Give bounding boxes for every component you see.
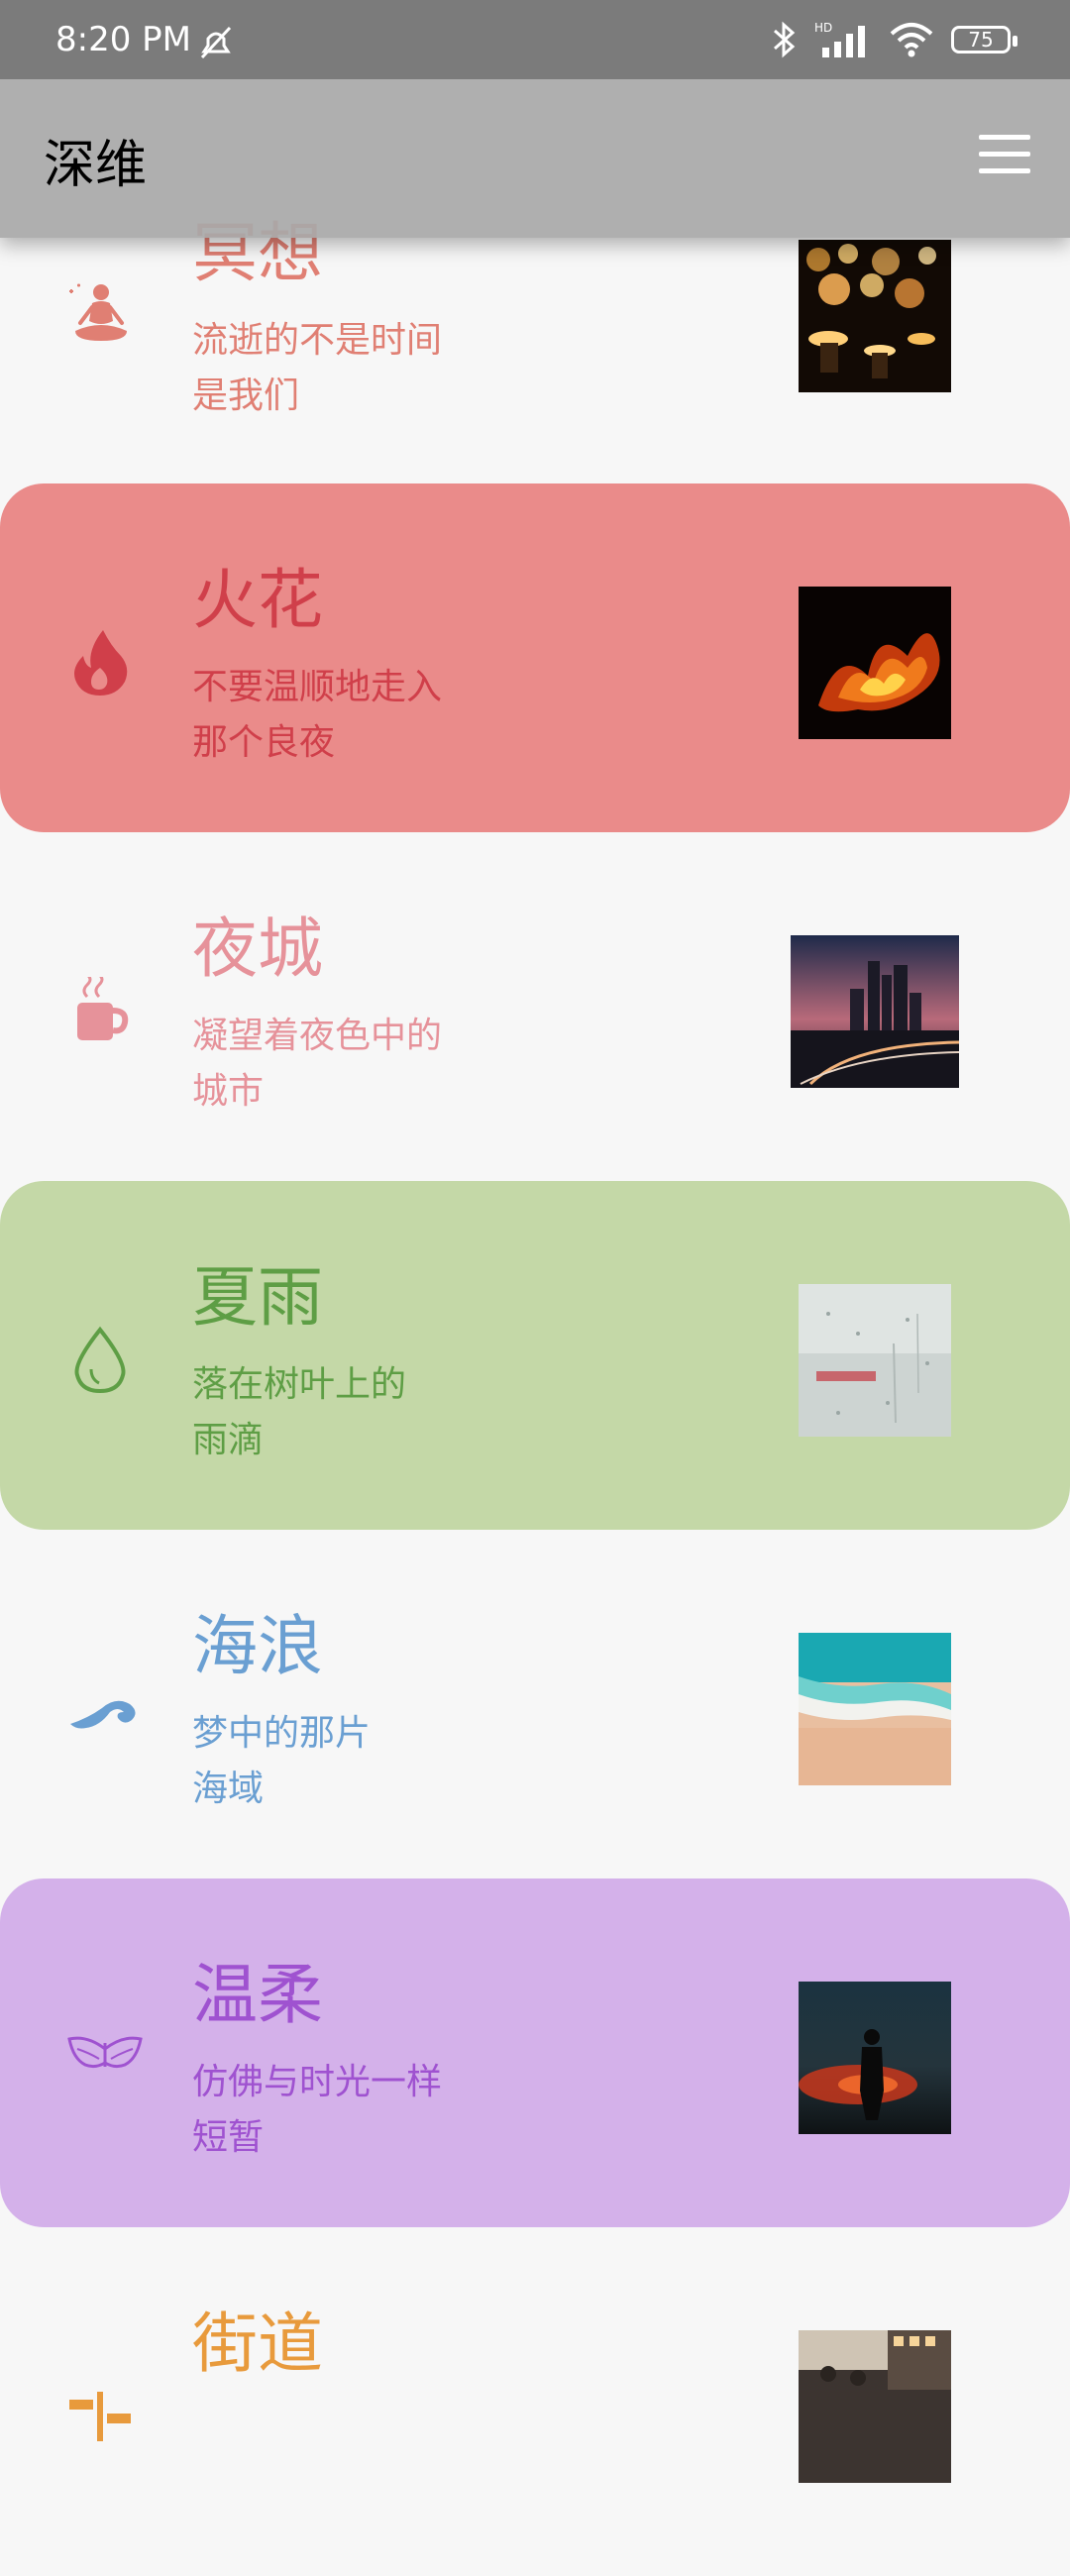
list-item-spark[interactable]: 火花 不要温顺地走入 那个良夜 (0, 483, 1070, 832)
item-description: 仿佛与时光一样 短暂 (192, 2055, 519, 2166)
item-title: 海浪 (192, 1608, 323, 1684)
beach-aerial-photo (799, 1633, 951, 1785)
theme-list: 冥想 流逝的不是时间 是我们 火花 不要温顺地走入 那个良夜 夜城 凝望着夜色中… (0, 0, 1070, 2483)
item-title: 夜城 (192, 911, 323, 987)
street-photo (799, 2330, 951, 2483)
wave-icon (70, 1700, 136, 1729)
wifi-icon (890, 23, 933, 57)
item-description-line1: 流逝的不是时间 (192, 320, 443, 361)
butterfly-icon (67, 2036, 143, 2069)
item-description: 落在树叶上的 雨滴 (192, 1357, 519, 1468)
hd-signal-icon: HD (814, 21, 865, 57)
item-description-line2: 海域 (192, 1769, 265, 1809)
silhouette-photo (799, 1982, 951, 2134)
status-bar: 8:20 PM HD 75 (0, 0, 1070, 79)
list-item-ocean-wave[interactable]: 海浪 梦中的那片 海域 (0, 1530, 1070, 1878)
flame-icon (74, 630, 128, 696)
item-description: 凝望着夜色中的 城市 (192, 1009, 519, 1120)
meditation-icon (69, 283, 127, 341)
item-title: 夏雨 (192, 1259, 323, 1336)
list-item-night-city[interactable]: 夜城 凝望着夜色中的 城市 (0, 832, 1070, 1181)
water-drop-icon (74, 1326, 126, 1394)
item-title: 火花 (192, 562, 323, 638)
hamburger-menu-icon[interactable] (979, 135, 1030, 174)
item-description-line1: 梦中的那片 (192, 1713, 372, 1754)
battery-icon: 75 (951, 26, 1017, 54)
item-description: 梦中的那片 海域 (192, 1706, 519, 1817)
item-title: 温柔 (192, 1957, 323, 2033)
app-title: 深维 (44, 136, 148, 195)
signpost-icon (69, 2392, 131, 2441)
rainy-window-photo (799, 1284, 951, 1437)
coffee-cup-icon (77, 977, 129, 1040)
item-description-line2: 城市 (192, 1071, 265, 1112)
alarm-off-icon (200, 26, 232, 59)
item-description-line1: 仿佛与时光一样 (192, 2062, 443, 2102)
list-item-street[interactable]: 街道 (0, 2227, 1070, 2576)
list-item-gentle[interactable]: 温柔 仿佛与时光一样 短暂 (0, 1878, 1070, 2227)
app-bar: 深维 (0, 79, 1070, 238)
fire-photo (799, 587, 951, 739)
bluetooth-icon (774, 21, 796, 58)
item-description-line2: 是我们 (192, 376, 300, 416)
item-description-line2: 雨滴 (192, 1420, 265, 1460)
item-description-line1: 落在树叶上的 (192, 1364, 407, 1405)
item-description-line1: 不要温顺地走入 (192, 667, 443, 707)
item-description-line1: 凝望着夜色中的 (192, 1016, 443, 1056)
item-description-line2: 短暂 (192, 2117, 265, 2158)
candles-photo (799, 240, 951, 392)
item-description: 流逝的不是时间 是我们 (192, 313, 519, 424)
item-description-line2: 那个良夜 (192, 722, 336, 763)
city-night-photo (791, 935, 959, 1088)
list-item-summer-rain[interactable]: 夏雨 落在树叶上的 雨滴 (0, 1181, 1070, 1530)
item-description: 不要温顺地走入 那个良夜 (192, 660, 519, 771)
status-time: 8:20 PM (55, 20, 191, 59)
svg-text:HD: HD (814, 21, 832, 35)
item-title: 街道 (192, 2306, 323, 2382)
